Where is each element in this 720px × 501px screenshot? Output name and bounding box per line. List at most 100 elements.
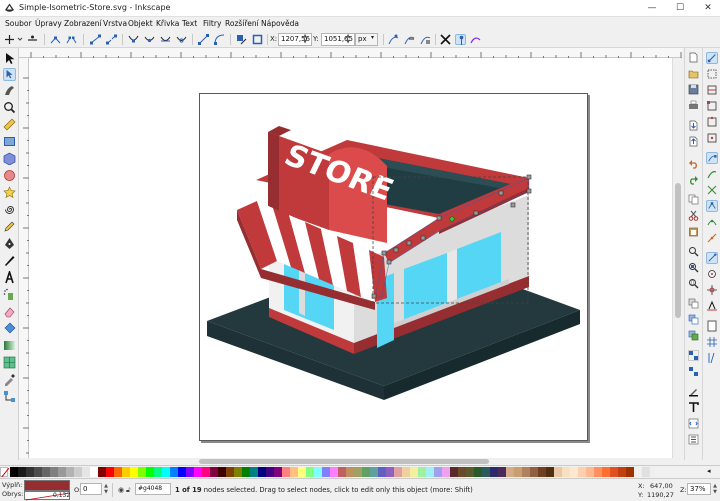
- eraser-tool-icon[interactable]: [3, 305, 16, 318]
- palette-swatch[interactable]: [250, 467, 258, 477]
- calligraphy-tool-icon[interactable]: [3, 254, 16, 267]
- pencil-tool-icon[interactable]: [3, 220, 16, 233]
- opacity-input[interactable]: 0: [80, 483, 102, 495]
- spray-tool-icon[interactable]: [3, 288, 16, 301]
- menu-layer[interactable]: Vrstva: [103, 19, 127, 28]
- palette-swatch[interactable]: [226, 467, 234, 477]
- palette-swatch[interactable]: [578, 467, 586, 477]
- palette-swatch[interactable]: [178, 467, 186, 477]
- snap-nodes-icon[interactable]: [706, 152, 718, 164]
- show-clip-path-icon[interactable]: [404, 34, 415, 45]
- path-node[interactable]: [473, 210, 479, 216]
- menu-edit[interactable]: Úpravy: [35, 19, 62, 28]
- paste-icon[interactable]: [688, 226, 699, 237]
- unlink-clone-icon[interactable]: [688, 330, 699, 341]
- palette-swatch[interactable]: [570, 467, 578, 477]
- palette-swatch[interactable]: [514, 467, 522, 477]
- palette-swatch[interactable]: [90, 467, 98, 477]
- palette-swatch[interactable]: [154, 467, 162, 477]
- palette-swatch[interactable]: [338, 467, 346, 477]
- minimize-button[interactable]: —: [638, 0, 666, 17]
- export-icon[interactable]: [688, 136, 699, 147]
- palette-swatch[interactable]: [546, 467, 554, 477]
- palette-swatch[interactable]: [194, 467, 202, 477]
- gradient-tool-icon[interactable]: [3, 339, 16, 352]
- zoom-selection-icon[interactable]: [688, 246, 699, 257]
- new-document-icon[interactable]: [688, 52, 699, 63]
- zoom-spin[interactable]: ▲ ▼: [712, 483, 718, 495]
- path-node[interactable]: [393, 247, 399, 253]
- duplicate-icon[interactable]: [688, 298, 699, 309]
- palette-swatch[interactable]: [354, 467, 362, 477]
- palette-swatch[interactable]: [642, 467, 650, 477]
- zoom-input[interactable]: 37%: [687, 483, 711, 495]
- menu-file[interactable]: Soubor: [5, 19, 32, 28]
- palette-swatch[interactable]: [106, 467, 114, 477]
- palette-swatch[interactable]: [442, 467, 450, 477]
- zoom-drawing-icon[interactable]: [688, 262, 699, 273]
- snap-bbox-center-icon[interactable]: [706, 132, 718, 144]
- snap-cusp-nodes-icon[interactable]: [706, 200, 718, 212]
- palette-swatch[interactable]: [562, 467, 570, 477]
- palette-swatch[interactable]: [522, 467, 530, 477]
- save-document-icon[interactable]: [688, 84, 699, 95]
- snap-bbox-edge-icon[interactable]: [706, 84, 718, 96]
- palette-swatch[interactable]: [162, 467, 170, 477]
- snap-guides-icon[interactable]: [706, 352, 718, 364]
- fill-indicator-swatch[interactable]: [24, 480, 70, 491]
- node-cusp-icon[interactable]: [128, 34, 139, 45]
- maximize-button[interactable]: ☐: [666, 0, 694, 17]
- break-path-icon[interactable]: [66, 34, 77, 45]
- palette-swatch[interactable]: [498, 467, 506, 477]
- path-node[interactable]: [498, 190, 504, 196]
- palette-swatch[interactable]: [506, 467, 514, 477]
- palette-swatch[interactable]: [82, 467, 90, 477]
- palette-swatch[interactable]: [618, 467, 626, 477]
- horizontal-scrollbar-thumb[interactable]: [199, 459, 489, 464]
- join-nodes-icon[interactable]: [50, 34, 61, 45]
- snap-rotation-center-icon[interactable]: [706, 284, 718, 296]
- rectangle-tool-icon[interactable]: [3, 135, 16, 148]
- ellipse-tool-icon[interactable]: [3, 169, 16, 182]
- node-smooth-icon[interactable]: [144, 34, 155, 45]
- zoom-tool-icon[interactable]: [3, 101, 16, 114]
- palette-swatch[interactable]: [130, 467, 138, 477]
- close-button[interactable]: ✕: [694, 0, 720, 17]
- connector-tool-icon[interactable]: [3, 390, 16, 403]
- current-object-field[interactable]: #g4048: [135, 483, 171, 495]
- palette-swatch[interactable]: [394, 467, 402, 477]
- show-handles-icon[interactable]: [388, 34, 399, 45]
- palette-swatch[interactable]: [626, 467, 634, 477]
- menu-object[interactable]: Objekt: [128, 19, 153, 28]
- path-node[interactable]: [510, 202, 516, 208]
- palette-swatch[interactable]: [146, 467, 154, 477]
- selector-tool-icon[interactable]: [3, 52, 16, 65]
- palette-swatch[interactable]: [386, 467, 394, 477]
- vertical-scrollbar-thumb[interactable]: [675, 183, 681, 318]
- menu-path[interactable]: Křivka: [156, 19, 179, 28]
- opacity-spin[interactable]: ▲ ▼: [103, 483, 109, 495]
- unit-dropdown-arrow-icon[interactable]: ▾: [371, 34, 374, 41]
- path-node[interactable]: [371, 293, 377, 299]
- horizontal-scrollbar[interactable]: [29, 458, 672, 465]
- group-icon[interactable]: [688, 350, 699, 361]
- node-auto-smooth-icon[interactable]: [176, 34, 187, 45]
- node-symmetric-icon[interactable]: [160, 34, 171, 45]
- edit-path-effect-icon[interactable]: [470, 34, 481, 45]
- palette-swatch[interactable]: [602, 467, 610, 477]
- text-font-icon[interactable]: [688, 402, 699, 413]
- show-mask-icon[interactable]: [420, 34, 431, 45]
- fill-stroke-icon[interactable]: [688, 386, 699, 397]
- pen-tool-icon[interactable]: [3, 237, 16, 250]
- palette-swatch[interactable]: [554, 467, 562, 477]
- isometric-store-artwork[interactable]: STORE: [29, 58, 672, 458]
- snap-smooth-nodes-icon[interactable]: [706, 216, 718, 228]
- drawing-canvas[interactable]: STORE: [29, 58, 672, 458]
- palette-swatch[interactable]: [210, 467, 218, 477]
- unit-select[interactable]: px: [355, 33, 378, 46]
- snap-enable-icon[interactable]: [706, 52, 718, 64]
- palette-swatch[interactable]: [50, 467, 58, 477]
- x-spin[interactable]: ▲ ▼: [302, 33, 308, 46]
- path-node[interactable]: [420, 235, 426, 241]
- palette-swatch[interactable]: [170, 467, 178, 477]
